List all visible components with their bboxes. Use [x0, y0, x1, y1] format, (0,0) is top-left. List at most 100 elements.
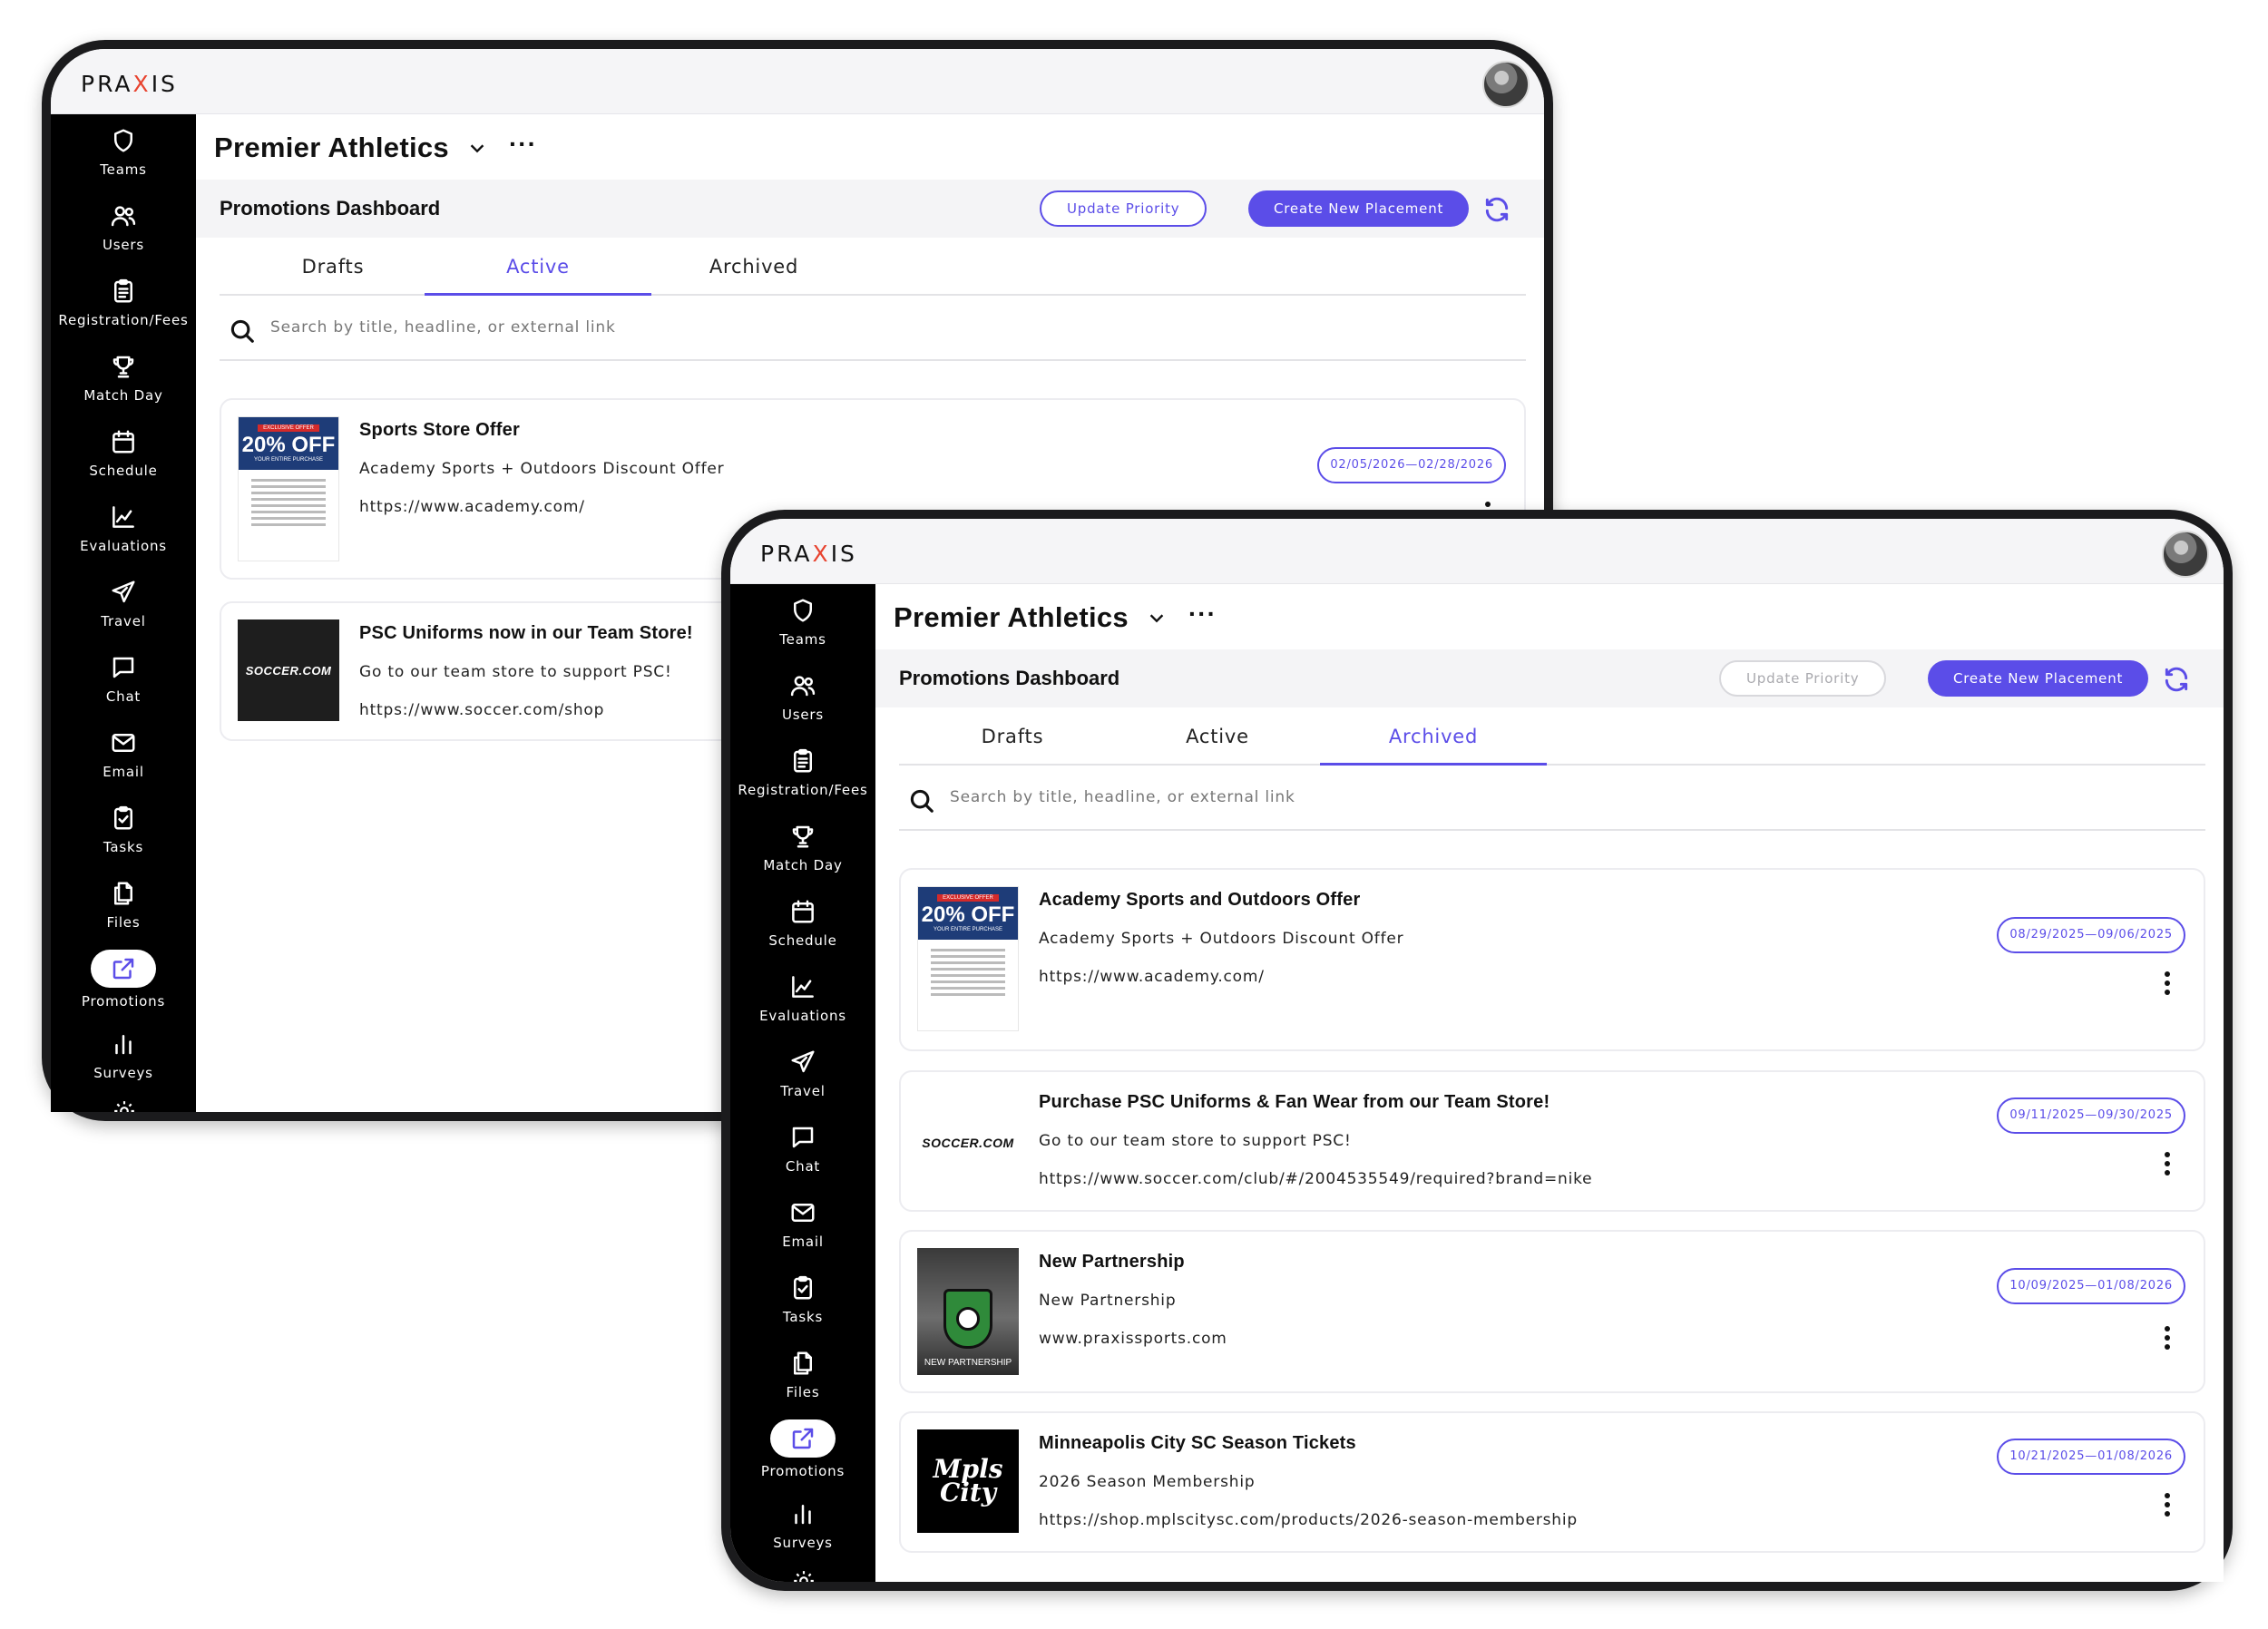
sidebar-item-label: Chat: [105, 688, 142, 705]
sidebar-item-promotions[interactable]: Promotions: [730, 1412, 875, 1487]
more-vertical-icon[interactable]: [2164, 1326, 2171, 1350]
sidebar-item-label: Travel: [101, 613, 146, 629]
card-headline: 2026 Season Membership: [1039, 1473, 1256, 1491]
sidebar-item-label: Evaluations: [80, 538, 167, 554]
logo-x: X: [132, 71, 152, 97]
tab-active[interactable]: Active: [1104, 707, 1331, 766]
chevron-down-icon[interactable]: [1147, 608, 1167, 628]
sidebar-item-schedule[interactable]: Schedule: [730, 885, 875, 960]
external-link-icon: [770, 1419, 836, 1458]
sidebar-item-label: Match Day: [763, 857, 843, 873]
sidebar-item-users[interactable]: Users: [730, 659, 875, 734]
sidebar-item-evaluations[interactable]: Evaluations: [51, 491, 196, 565]
more-horizontal-icon[interactable]: ···: [509, 132, 537, 161]
card-title: PSC Uniforms now in our Team Store!: [359, 623, 693, 643]
update-priority-button[interactable]: Update Priority: [1040, 190, 1207, 227]
sidebar-item-users[interactable]: Users: [51, 190, 196, 264]
tab-drafts[interactable]: Drafts: [220, 238, 446, 296]
chat-icon: [789, 1124, 816, 1151]
card-link[interactable]: https://www.academy.com/: [359, 498, 585, 516]
card-headline: New Partnership: [1039, 1292, 1177, 1310]
thumb-big: 20% OFF: [921, 902, 1015, 927]
sidebar-item-label: Files: [106, 914, 141, 931]
praxis-logo[interactable]: PRAXIS: [81, 71, 178, 97]
page-title: Promotions Dashboard: [220, 197, 441, 219]
sidebar-item-travel[interactable]: Travel: [730, 1036, 875, 1110]
promotion-card[interactable]: Mpls City Minneapolis City SC Season Tic…: [899, 1411, 2205, 1553]
promotion-card[interactable]: EXCLUSIVE OFFER 20% OFF YOUR ENTIRE PURCHA…: [899, 868, 2205, 1051]
card-title: Sports Store Offer: [359, 420, 520, 440]
sidebar-item-label: Schedule: [768, 932, 837, 949]
card-link[interactable]: https://www.soccer.com/shop: [359, 701, 604, 719]
more-vertical-icon[interactable]: [2164, 1493, 2171, 1517]
sidebar-item-tasks[interactable]: Tasks: [730, 1262, 875, 1336]
sidebar-item-travel[interactable]: Travel: [51, 566, 196, 640]
bar-chart-icon: [789, 1500, 816, 1527]
sidebar-item-registration-fees[interactable]: Registration/Fees: [51, 265, 196, 339]
search-bar: [220, 296, 1526, 361]
update-priority-button[interactable]: Update Priority: [1719, 660, 1887, 697]
avatar[interactable]: [2162, 531, 2209, 578]
sidebar-item-email[interactable]: Email: [51, 717, 196, 791]
tablet-front: PRAXIS Teams Users Registration/Fees Match …: [721, 510, 2233, 1591]
tab-archived[interactable]: Archived: [1320, 707, 1547, 766]
promotion-card[interactable]: NEW PARTNERSHIP New Partnership New Part…: [899, 1230, 2205, 1393]
chevron-down-icon[interactable]: [467, 138, 487, 158]
refresh-icon[interactable]: [1482, 195, 1511, 224]
tab-active[interactable]: Active: [425, 238, 651, 296]
sidebar-item-teams[interactable]: Teams: [730, 584, 875, 658]
sidebar-item-evaluations[interactable]: Evaluations: [730, 961, 875, 1035]
line-chart-icon: [789, 973, 816, 1000]
logo-text: PRA: [81, 71, 133, 97]
sidebar-item-chat[interactable]: Chat: [730, 1111, 875, 1185]
create-placement-button[interactable]: Create New Placement: [1248, 190, 1470, 227]
dashboard-header: Promotions Dashboard Update Priority Cre…: [196, 180, 1544, 238]
line-chart-icon: [110, 503, 137, 531]
refresh-icon[interactable]: [2162, 665, 2191, 694]
date-range-badge: 08/29/2025—09/06/2025: [1997, 917, 2185, 953]
task-icon: [789, 1274, 816, 1302]
soccer-logo-thumbnail: SOCCER.COM: [238, 619, 339, 721]
tab-drafts[interactable]: Drafts: [899, 707, 1126, 766]
org-title: Premier Athletics: [214, 132, 449, 163]
more-vertical-icon[interactable]: [2164, 1152, 2171, 1175]
sidebar-item-files[interactable]: Files: [51, 867, 196, 941]
sidebar-item-label: Tasks: [782, 1309, 824, 1325]
date-range-badge: 10/09/2025—01/08/2026: [1997, 1268, 2185, 1304]
card-link[interactable]: https://www.soccer.com/club/#/2004535549…: [1039, 1170, 1592, 1188]
sidebar-item-match-day[interactable]: Match Day: [730, 810, 875, 884]
sidebar-item-surveys[interactable]: Surveys: [51, 1018, 196, 1092]
sidebar-item-chat[interactable]: Chat: [51, 641, 196, 716]
sidebar-item-label: Registration/Fees: [738, 782, 868, 798]
praxis-logo[interactable]: PRAXIS: [760, 541, 857, 567]
card-link[interactable]: www.praxissports.com: [1039, 1330, 1227, 1348]
sidebar-item-email[interactable]: Email: [730, 1186, 875, 1261]
sidebar-item-registration-fees[interactable]: Registration/Fees: [730, 735, 875, 809]
card-headline: Academy Sports + Outdoors Discount Offer: [1039, 930, 1404, 948]
search-input[interactable]: [950, 784, 1585, 811]
tab-archived[interactable]: Archived: [640, 238, 867, 296]
more-vertical-icon[interactable]: [2164, 971, 2171, 995]
card-link[interactable]: https://www.academy.com/: [1039, 968, 1265, 986]
screen-front: PRAXIS Teams Users Registration/Fees Match …: [730, 519, 2224, 1582]
avatar[interactable]: [1482, 61, 1530, 108]
sidebar-item-files[interactable]: Files: [730, 1337, 875, 1411]
promotion-card[interactable]: SOCCER.COM Purchase PSC Uniforms & Fan W…: [899, 1070, 2205, 1212]
sidebar-item-tasks[interactable]: Tasks: [51, 792, 196, 866]
sidebar-item-schedule[interactable]: Schedule: [51, 415, 196, 490]
card-link[interactable]: https://shop.mplscitysc.com/products/202…: [1039, 1511, 1578, 1529]
search-icon: [908, 787, 935, 814]
sidebar-item-promotions[interactable]: Promotions: [51, 942, 196, 1017]
sidebar-item-surveys[interactable]: Surveys: [730, 1488, 875, 1562]
create-placement-button[interactable]: Create New Placement: [1928, 660, 2149, 697]
sidebar-item-label: Surveys: [773, 1535, 833, 1551]
sidebar-item-label: Surveys: [93, 1065, 153, 1081]
search-input[interactable]: [270, 314, 905, 341]
sidebar-item-teams[interactable]: Teams: [51, 114, 196, 189]
sidebar-item-match-day[interactable]: Match Day: [51, 340, 196, 415]
gear-icon[interactable]: [112, 1099, 136, 1112]
more-horizontal-icon[interactable]: ···: [1188, 601, 1217, 630]
gear-icon[interactable]: [792, 1569, 816, 1582]
mail-icon: [789, 1199, 816, 1226]
page-title: Promotions Dashboard: [899, 667, 1120, 689]
